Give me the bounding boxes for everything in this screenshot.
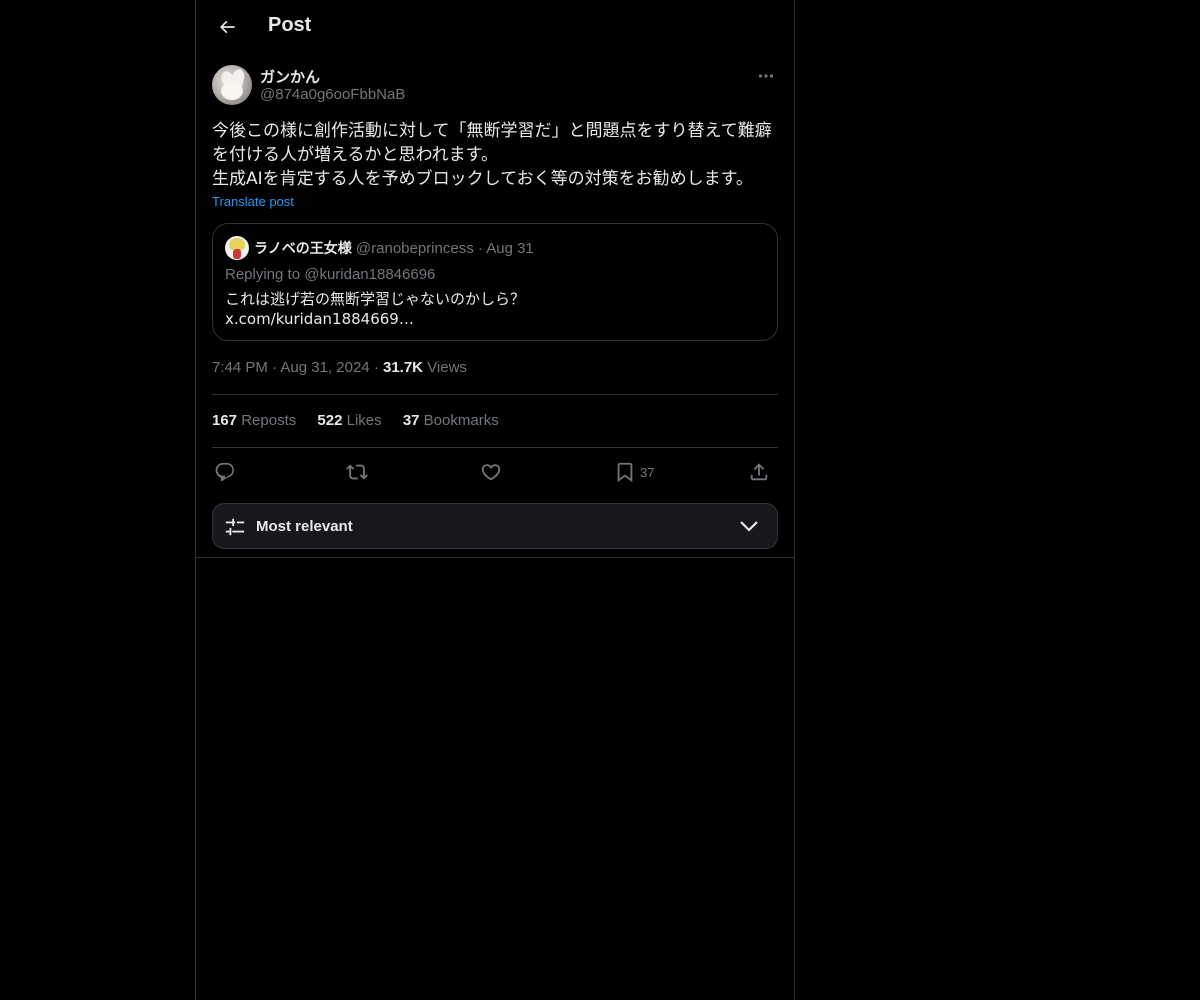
post-date[interactable]: Aug 31, 2024: [280, 359, 369, 376]
sliders-icon: [225, 518, 245, 536]
quote-avatar: [225, 236, 249, 260]
quote-header: ラノベの王女様 @ranobeprincess · Aug 31: [254, 238, 534, 258]
views-label: Views: [427, 359, 467, 376]
header: Post: [196, 0, 794, 54]
likes-stat[interactable]: 522 Likes: [317, 412, 381, 429]
likes-label: Likes: [346, 412, 382, 429]
reply-icon: [215, 462, 234, 482]
quote-text: これは逃げ若の無断学習じゃないのかしら？ x.com/kuridan188466…: [225, 290, 526, 328]
repost-button[interactable]: [346, 458, 368, 486]
author-row: ガンかん @874a0g6ooFbbNaB: [212, 64, 778, 108]
meta-separator: ·: [272, 359, 278, 376]
bookmarks-count: 37: [402, 412, 420, 429]
reposts-label: Reposts: [241, 412, 297, 429]
post-column: Post ガンかん @874a0g6ooFbbNaB 今後この様に創作活動に対し…: [195, 0, 795, 1000]
bookmarks-stat[interactable]: 37 Bookmarks: [403, 412, 499, 429]
divider: [212, 447, 778, 448]
bookmark-icon: [617, 462, 633, 483]
more-options-button[interactable]: [754, 66, 778, 86]
engagement-stats: 167 Reposts 522 Likes 37 Bookmarks: [212, 412, 516, 429]
heart-icon: [481, 464, 501, 481]
quote-display-name: ラノベの王女様: [254, 241, 352, 257]
reply-button[interactable]: [214, 458, 236, 486]
author-display-name[interactable]: ガンかん: [260, 66, 320, 87]
reposts-count: 167: [212, 412, 238, 429]
quoted-post[interactable]: ラノベの王女様 @ranobeprincess · Aug 31 Replyin…: [212, 223, 778, 341]
bookmarks-label: Bookmarks: [423, 412, 499, 429]
post-meta: 7:44 PM · Aug 31, 2024 · 31.7K Views: [212, 359, 467, 376]
likes-count: 522: [317, 412, 343, 429]
chevron-down-icon: [740, 521, 758, 532]
quote-separator: ·: [477, 240, 483, 257]
quote-handle: @ranobeprincess: [355, 240, 474, 257]
bookmark-button[interactable]: 37: [614, 458, 654, 486]
share-button[interactable]: [748, 458, 770, 486]
divider: [212, 394, 778, 395]
more-dots-icon: [758, 74, 774, 78]
back-button[interactable]: [212, 12, 242, 42]
post-time[interactable]: 7:44 PM: [212, 359, 268, 376]
post-text: 今後この様に創作活動に対して「無断学習だ」と問題点をすり替えて難癖 を付ける人が…: [212, 121, 772, 189]
action-bar: 37: [212, 458, 778, 486]
sort-replies-dropdown[interactable]: Most relevant: [212, 503, 778, 549]
divider: [196, 557, 794, 558]
views-count: 31.7K: [382, 359, 424, 376]
quote-date: Aug 31: [486, 240, 534, 257]
avatar[interactable]: [212, 65, 252, 105]
meta-separator: ·: [373, 359, 379, 376]
arrow-left-icon: [219, 20, 235, 34]
page-title: Post: [268, 14, 312, 36]
share-icon: [750, 463, 768, 481]
translate-post-link[interactable]: Translate post: [212, 194, 294, 209]
author-handle[interactable]: @874a0g6ooFbbNaB: [260, 86, 405, 103]
quote-replying-to: Replying to @kuridan18846696: [225, 266, 436, 283]
bookmark-count: 37: [640, 464, 655, 480]
sort-label: Most relevant: [256, 518, 353, 535]
like-button[interactable]: [480, 458, 502, 486]
repost-icon: [346, 464, 368, 480]
reposts-stat[interactable]: 167 Reposts: [212, 412, 296, 429]
